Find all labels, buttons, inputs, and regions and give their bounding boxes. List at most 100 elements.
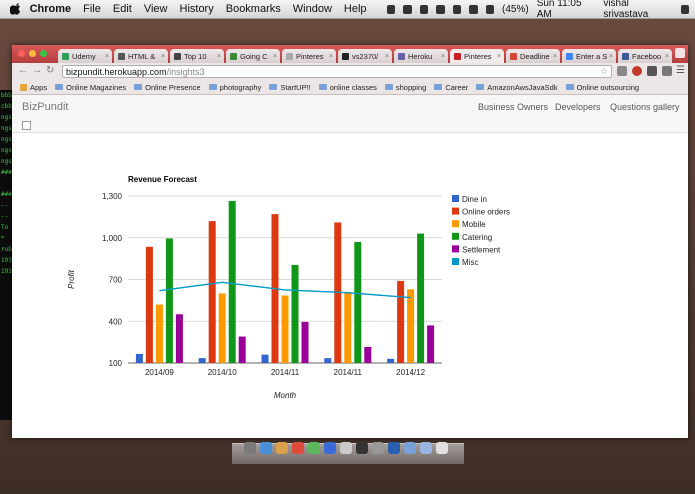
spotlight-icon[interactable] bbox=[680, 4, 690, 14]
browser-tab[interactable]: HTML & × bbox=[114, 49, 168, 63]
tab-close-icon[interactable]: × bbox=[553, 53, 557, 60]
browser-tab[interactable]: Going C × bbox=[226, 49, 280, 63]
time-machine-icon[interactable] bbox=[436, 4, 445, 14]
volume-icon[interactable] bbox=[469, 4, 478, 14]
dock-app-icon[interactable] bbox=[308, 442, 320, 454]
sync-icon[interactable] bbox=[403, 4, 412, 14]
extension-icon-4[interactable] bbox=[662, 66, 672, 76]
bar-online-orders[interactable] bbox=[208, 221, 216, 363]
menu-history[interactable]: History bbox=[180, 3, 214, 15]
bar-catering[interactable] bbox=[165, 238, 173, 363]
bar-dine-in[interactable] bbox=[324, 358, 332, 363]
bar-settlement[interactable] bbox=[175, 314, 183, 363]
dock-app-icon[interactable] bbox=[244, 442, 256, 454]
dock-app-icon[interactable] bbox=[420, 442, 432, 454]
dock-app-icon[interactable] bbox=[292, 442, 304, 454]
bar-catering[interactable] bbox=[354, 241, 362, 363]
browser-tab[interactable]: Enter a S × bbox=[562, 49, 616, 63]
forward-icon[interactable]: → bbox=[32, 66, 42, 76]
dock-app-icon[interactable] bbox=[436, 442, 448, 454]
browser-tab[interactable]: Udemy × bbox=[58, 49, 112, 63]
browser-tab[interactable]: Faceboo × bbox=[618, 49, 672, 63]
tab-close-icon[interactable]: × bbox=[497, 53, 501, 60]
browser-tab[interactable]: Heroku × bbox=[394, 49, 448, 63]
dock-app-icon[interactable] bbox=[260, 442, 272, 454]
menu-edit[interactable]: Edit bbox=[113, 3, 132, 15]
dock-app-icon[interactable] bbox=[356, 442, 368, 454]
menu-view[interactable]: View bbox=[144, 3, 168, 15]
browser-tab[interactable]: vs2370/ × bbox=[338, 49, 392, 63]
tab-close-icon[interactable]: × bbox=[665, 53, 669, 60]
bar-mobile[interactable] bbox=[218, 293, 226, 363]
bookmark-folder[interactable]: StartUP!! bbox=[269, 83, 311, 92]
tab-close-icon[interactable]: × bbox=[329, 53, 333, 60]
nav-questions-gallery[interactable]: Questions gallery bbox=[610, 102, 680, 112]
bar-settlement[interactable] bbox=[364, 346, 372, 363]
bookmark-folder[interactable]: Online Magazines bbox=[55, 83, 126, 92]
bar-online-orders[interactable] bbox=[145, 246, 153, 363]
dock-app-icon[interactable] bbox=[340, 442, 352, 454]
apple-icon[interactable] bbox=[10, 3, 22, 15]
bookmark-apps[interactable]: Apps bbox=[20, 83, 47, 92]
browser-tab[interactable]: Deadline × bbox=[506, 49, 560, 63]
clock[interactable]: Sun 11:05 AM bbox=[537, 0, 596, 20]
close-window-icon[interactable] bbox=[18, 50, 25, 57]
menu-bookmarks[interactable]: Bookmarks bbox=[226, 3, 281, 15]
zoom-window-icon[interactable] bbox=[40, 50, 47, 57]
bar-mobile[interactable] bbox=[344, 292, 352, 363]
bar-settlement[interactable] bbox=[427, 325, 435, 363]
bar-mobile[interactable] bbox=[407, 289, 415, 363]
bookmark-folder[interactable]: Online outsourcing bbox=[565, 83, 639, 92]
bar-mobile[interactable] bbox=[155, 304, 163, 363]
extension-icon-2[interactable] bbox=[632, 66, 642, 76]
legend-label[interactable]: Catering bbox=[462, 233, 492, 242]
back-icon[interactable]: ← bbox=[18, 66, 28, 76]
bar-catering[interactable] bbox=[417, 233, 425, 363]
bar-settlement[interactable] bbox=[301, 321, 309, 363]
bookmark-folder[interactable]: AmazonAwsJavaSdk bbox=[476, 83, 558, 92]
site-brand[interactable]: BizPundit bbox=[22, 101, 68, 113]
address-input[interactable]: bizpundit.herokuapp.com/insights3 ☆ bbox=[62, 65, 612, 78]
menu-file[interactable]: File bbox=[83, 3, 101, 15]
bar-catering[interactable] bbox=[291, 264, 299, 363]
dock-app-icon[interactable] bbox=[372, 442, 384, 454]
bar-online-orders[interactable] bbox=[397, 280, 405, 363]
tab-close-icon[interactable]: × bbox=[385, 53, 389, 60]
tab-close-icon[interactable]: × bbox=[609, 53, 613, 60]
dock-app-icon[interactable] bbox=[388, 442, 400, 454]
battery-icon[interactable] bbox=[485, 4, 495, 14]
menu-app-name[interactable]: Chrome bbox=[30, 3, 72, 15]
dock-app-icon[interactable] bbox=[276, 442, 288, 454]
menu-icon[interactable]: ☰ bbox=[676, 65, 685, 76]
bar-dine-in[interactable] bbox=[198, 358, 206, 363]
legend-label[interactable]: Misc bbox=[462, 258, 478, 267]
nav-business-owners[interactable]: Business Owners bbox=[478, 102, 548, 112]
bar-mobile[interactable] bbox=[281, 295, 289, 363]
bar-dine-in[interactable] bbox=[387, 358, 395, 363]
legend-label[interactable]: Settlement bbox=[462, 245, 501, 254]
extension-icon-1[interactable] bbox=[617, 66, 627, 76]
nav-developers[interactable]: Developers bbox=[555, 102, 601, 112]
menu-help[interactable]: Help bbox=[344, 3, 367, 15]
dock-app-icon[interactable] bbox=[404, 442, 416, 454]
bar-catering[interactable] bbox=[228, 200, 236, 363]
bookmark-folder[interactable]: Online Presence bbox=[134, 83, 201, 92]
tab-close-icon[interactable]: × bbox=[217, 53, 221, 60]
tab-close-icon[interactable]: × bbox=[441, 53, 445, 60]
browser-tab[interactable]: Top 10 × bbox=[170, 49, 224, 63]
browser-tab[interactable]: Pinteres × bbox=[450, 49, 504, 63]
tab-close-icon[interactable]: × bbox=[161, 53, 165, 60]
dropbox-icon[interactable] bbox=[386, 4, 396, 14]
bookmark-star-icon[interactable]: ☆ bbox=[600, 66, 608, 77]
bookmark-folder[interactable]: Career bbox=[434, 83, 468, 92]
browser-tab[interactable]: Pinteres × bbox=[282, 49, 336, 63]
bar-settlement[interactable] bbox=[238, 336, 246, 363]
bluetooth-icon[interactable] bbox=[419, 4, 429, 14]
menu-window[interactable]: Window bbox=[293, 3, 332, 15]
reload-icon[interactable]: ↻ bbox=[46, 66, 56, 76]
legend-label[interactable]: Dine in bbox=[462, 195, 487, 204]
extension-icon-3[interactable] bbox=[647, 66, 657, 76]
minimize-window-icon[interactable] bbox=[29, 50, 36, 57]
bar-dine-in[interactable] bbox=[261, 354, 269, 363]
bar-dine-in[interactable] bbox=[135, 353, 143, 363]
